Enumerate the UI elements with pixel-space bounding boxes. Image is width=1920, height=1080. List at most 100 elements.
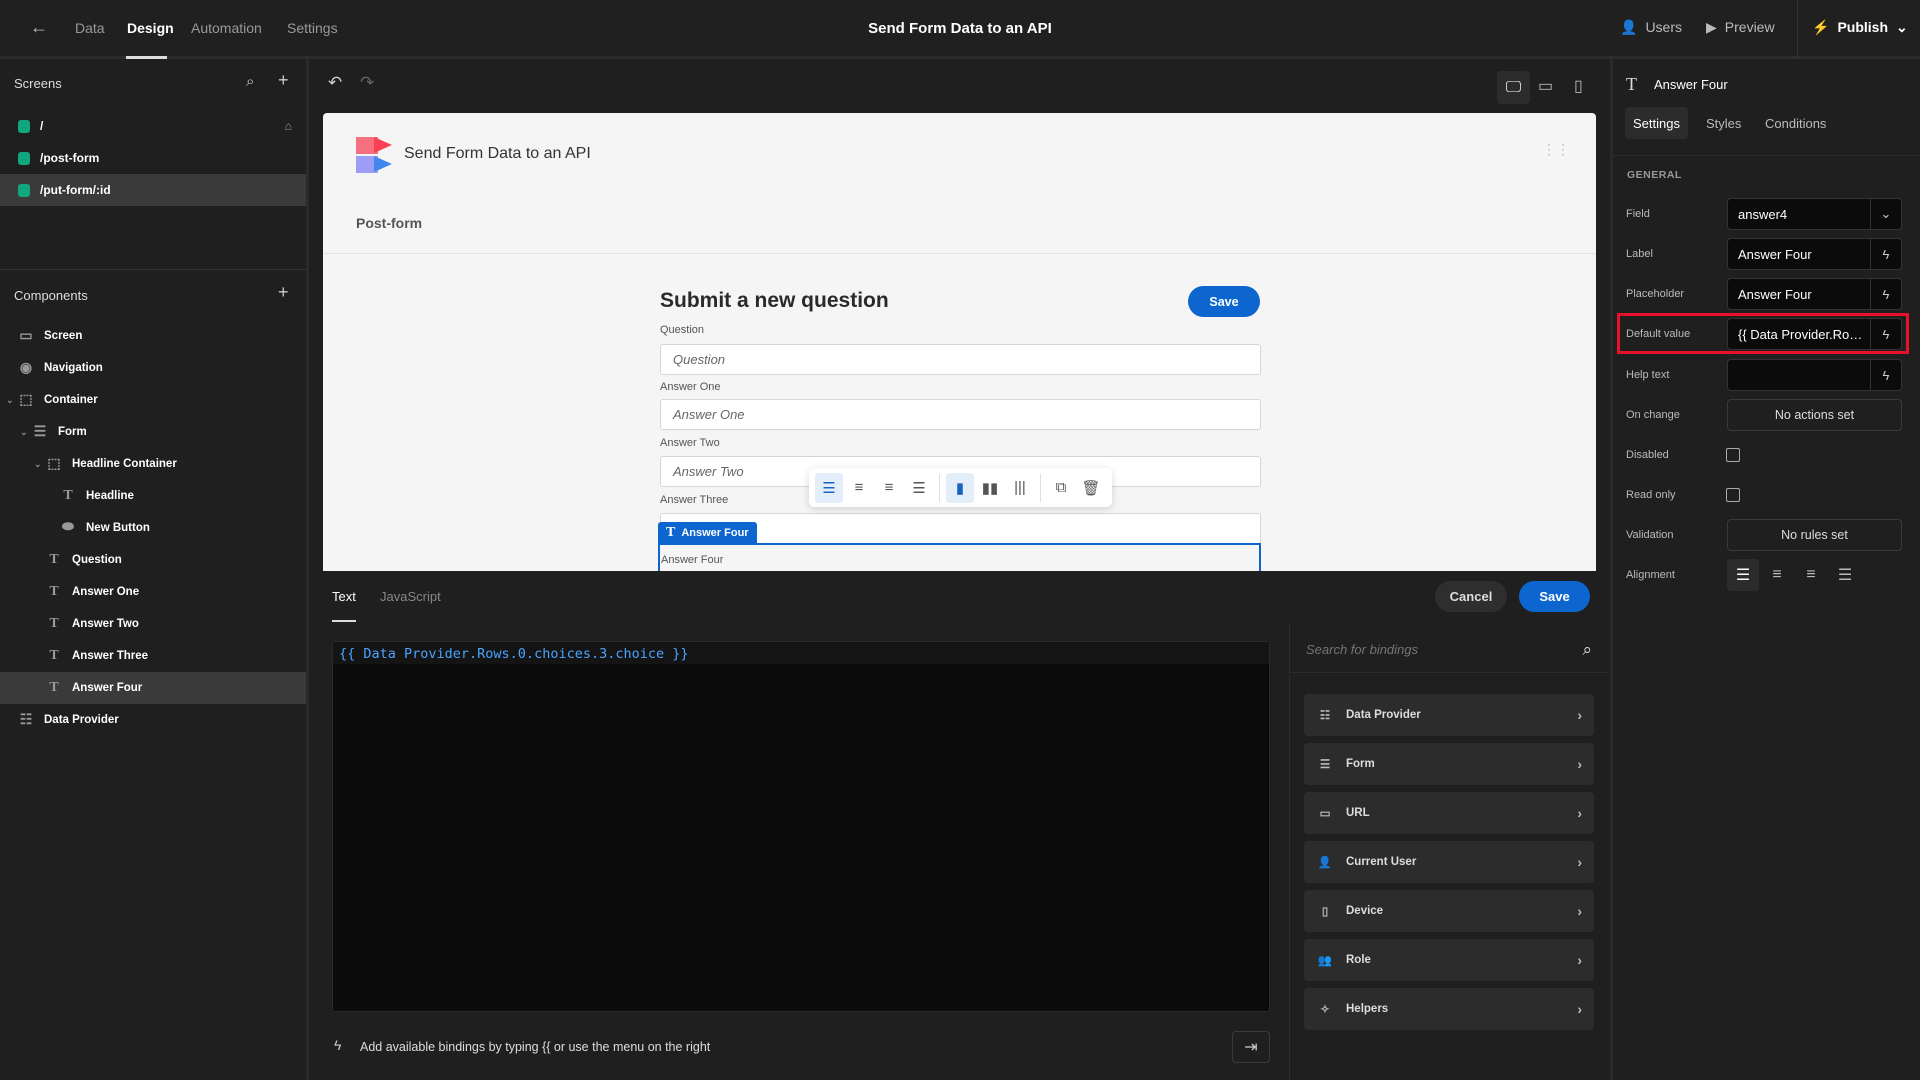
undo-icon[interactable]: ↶: [328, 73, 342, 93]
lightning-icon[interactable]: ϟ: [1870, 360, 1901, 390]
publish-button[interactable]: ⚡ Publish ⌄: [1812, 19, 1908, 36]
tree-item-new-button[interactable]: ⬬ New Button: [0, 512, 306, 544]
disabled-checkbox[interactable]: [1726, 448, 1740, 462]
field-label: Answer One: [660, 381, 721, 393]
chevron-down-icon: ⌄: [1896, 19, 1908, 35]
read-only-checkbox[interactable]: [1726, 488, 1740, 502]
magic-wand-icon: ✧: [1320, 1004, 1330, 1016]
tab-javascript[interactable]: JavaScript: [380, 589, 441, 604]
tree-item-form[interactable]: ⌄ ☰ Form: [0, 416, 306, 448]
align-center-icon[interactable]: ≡: [1761, 559, 1793, 591]
screens-header: Screens: [14, 76, 62, 91]
align-justify-icon[interactable]: ☰: [1829, 559, 1861, 591]
nav-link-post-form[interactable]: Post-form: [356, 215, 422, 231]
tab-text[interactable]: Text: [332, 589, 356, 604]
binding-category-current-user[interactable]: 👤 Current User ›: [1304, 841, 1594, 883]
tablet-view-icon[interactable]: ▭: [1538, 76, 1553, 96]
home-icon: ⌂: [284, 119, 292, 133]
save-binding-button[interactable]: Save: [1519, 581, 1590, 612]
answer-one-input[interactable]: Answer One: [660, 399, 1261, 430]
label-label: Label: [1626, 248, 1653, 260]
delete-icon[interactable]: 🗑: [1077, 473, 1105, 503]
role-icon: 👥: [1317, 955, 1333, 967]
text-icon: T: [49, 680, 59, 695]
screen-item[interactable]: /post-form: [0, 142, 306, 174]
binding-category-device[interactable]: ▯ Device ›: [1304, 890, 1594, 932]
tree-item-answer-four[interactable]: T Answer Four: [0, 672, 306, 704]
bindings-search[interactable]: ⌕: [1290, 627, 1608, 673]
redo-icon[interactable]: ↷: [360, 73, 374, 93]
chevron-down-icon[interactable]: ⌄: [20, 427, 32, 438]
code-editor[interactable]: {{ Data Provider.Rows.0.choices.3.choice…: [332, 641, 1270, 1012]
validation-button[interactable]: No rules set: [1727, 519, 1902, 551]
add-screen-button[interactable]: +: [278, 70, 289, 91]
add-component-button[interactable]: +: [278, 282, 289, 303]
duplicate-icon[interactable]: ⧉: [1047, 473, 1075, 503]
two-column-icon[interactable]: ▮▮: [976, 473, 1004, 503]
tree-item-answer-one[interactable]: T Answer One: [0, 576, 306, 608]
tree-item-navigation[interactable]: ◉ Navigation: [0, 352, 306, 384]
chevron-down-icon[interactable]: ⌄: [6, 395, 18, 406]
align-center-icon[interactable]: ≡: [845, 473, 873, 503]
default-value-input[interactable]: {{ Data Provider.Ro… ϟ: [1727, 318, 1902, 350]
disabled-label: Disabled: [1626, 449, 1669, 461]
text-icon: T: [666, 525, 676, 540]
screen-item[interactable]: / ⌂: [0, 110, 306, 142]
save-button[interactable]: Save: [1188, 286, 1260, 317]
align-right-icon[interactable]: ≡: [875, 473, 903, 503]
binding-category-role[interactable]: 👥 Role ›: [1304, 939, 1594, 981]
divider: [323, 253, 1596, 254]
text-icon: T: [1626, 74, 1637, 94]
tree-item-headline[interactable]: T Headline: [0, 480, 306, 512]
tab-conditions[interactable]: Conditions: [1765, 116, 1826, 131]
question-input[interactable]: Question: [660, 344, 1261, 375]
binding-category-form[interactable]: ☰ Form ›: [1304, 743, 1594, 785]
bindings-search-input[interactable]: [1306, 642, 1556, 657]
align-right-icon[interactable]: ≡: [1795, 559, 1827, 591]
screen-item[interactable]: /put-form/:id: [0, 174, 306, 206]
one-column-icon[interactable]: ▮: [946, 472, 974, 503]
help-text-input[interactable]: ϟ: [1727, 359, 1902, 391]
label-input[interactable]: Answer Four ϟ: [1727, 238, 1902, 270]
desktop-view-icon[interactable]: 🖵: [1497, 71, 1530, 104]
tree-item-data-provider[interactable]: ☷ Data Provider: [0, 704, 306, 736]
on-change-button[interactable]: No actions set: [1727, 399, 1902, 431]
divider: [1289, 624, 1290, 1080]
lightning-icon[interactable]: ϟ: [1870, 239, 1901, 269]
lightning-icon[interactable]: ϟ: [1870, 279, 1901, 309]
binding-category-helpers[interactable]: ✧ Helpers ›: [1304, 988, 1594, 1030]
placeholder-input[interactable]: Answer Four ϟ: [1727, 278, 1902, 310]
text-icon: T: [63, 488, 73, 503]
tree-item-headline-container[interactable]: ⌄ ⬚ Headline Container: [0, 448, 306, 480]
insert-binding-icon[interactable]: ⇥: [1232, 1031, 1270, 1063]
browser-window-icon: ▭: [1319, 808, 1331, 820]
tab-settings[interactable]: Settings: [1625, 107, 1688, 139]
binding-category-url[interactable]: ▭ URL ›: [1304, 792, 1594, 834]
three-column-icon[interactable]: |||: [1006, 473, 1034, 503]
text-icon: T: [49, 552, 59, 567]
selected-component-tag: T Answer Four: [658, 522, 757, 544]
chevron-down-icon[interactable]: ⌄: [1870, 199, 1901, 229]
tree-item-answer-two[interactable]: T Answer Two: [0, 608, 306, 640]
align-justify-icon[interactable]: ☰: [905, 473, 933, 503]
tree-item-screen[interactable]: ▭ Screen: [0, 320, 306, 352]
lightning-icon[interactable]: ϟ: [1870, 319, 1901, 349]
tree-item-container[interactable]: ⌄ ⬚ Container: [0, 384, 306, 416]
mobile-view-icon[interactable]: ▯: [1574, 76, 1583, 96]
search-icon[interactable]: ⌕: [246, 73, 254, 90]
tab-styles[interactable]: Styles: [1706, 116, 1741, 131]
align-left-icon[interactable]: ☰: [815, 472, 843, 503]
chevron-down-icon[interactable]: ⌄: [34, 459, 46, 470]
user-icon: 👤: [1317, 857, 1333, 869]
users-button[interactable]: 👤 Users: [1620, 19, 1682, 36]
tree-item-answer-three[interactable]: T Answer Three: [0, 640, 306, 672]
cancel-button[interactable]: Cancel: [1435, 581, 1507, 612]
binding-category-data-provider[interactable]: ☷ Data Provider ›: [1304, 694, 1594, 736]
grid-menu-icon[interactable]: ⋮⋮: [1542, 141, 1570, 158]
search-icon[interactable]: ⌕: [1582, 640, 1592, 660]
field-select[interactable]: answer4 ⌄: [1727, 198, 1902, 230]
align-left-icon[interactable]: ☰: [1727, 559, 1759, 591]
preview-button[interactable]: ▶ Preview: [1706, 19, 1775, 36]
tree-item-question[interactable]: T Question: [0, 544, 306, 576]
selected-answer-four-field[interactable]: Answer Four: [658, 543, 1261, 571]
